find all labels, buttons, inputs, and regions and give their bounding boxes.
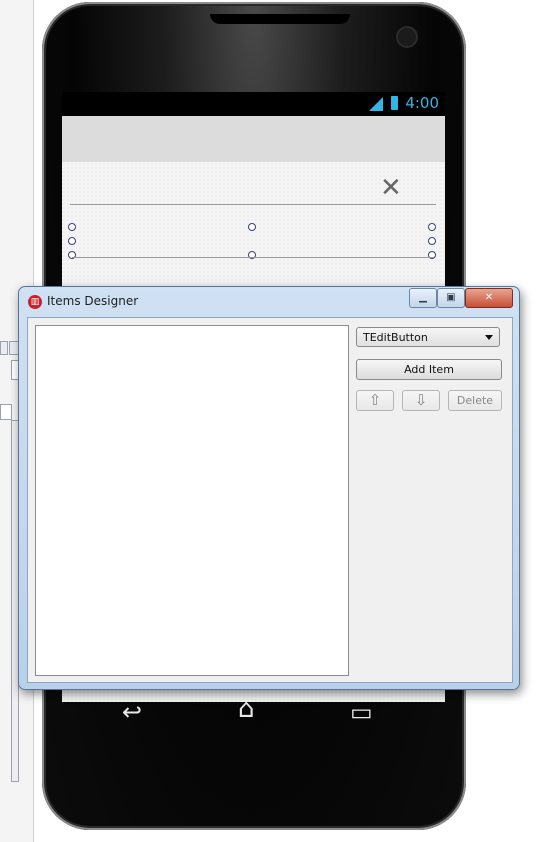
delete-button[interactable]: Delete bbox=[448, 390, 502, 411]
close-icon: ✕ bbox=[484, 292, 494, 303]
clear-icon[interactable]: ✕ bbox=[380, 175, 402, 201]
minimize-button[interactable]: ▁ bbox=[409, 288, 437, 308]
move-down-button[interactable]: ⇩ bbox=[402, 390, 440, 411]
close-button[interactable]: ✕ bbox=[465, 288, 513, 308]
add-item-button[interactable]: Add Item bbox=[356, 359, 502, 380]
maximize-button[interactable]: ▣ bbox=[437, 288, 465, 308]
signal-icon bbox=[369, 97, 383, 111]
arrow-up-icon: ⇧ bbox=[368, 391, 382, 409]
selection-handle[interactable] bbox=[428, 237, 436, 245]
back-icon[interactable]: ↩ bbox=[122, 698, 142, 726]
panel-dropdown-2[interactable] bbox=[0, 404, 12, 420]
items-designer-dialog: ▥ Items Designer ▁ ▣ ✕ TEditButton Add I… bbox=[18, 286, 520, 690]
dialog-title: Items Designer bbox=[47, 294, 139, 308]
arrow-down-icon: ⇩ bbox=[414, 391, 428, 409]
maximize-icon: ▣ bbox=[446, 292, 456, 303]
dialog-client-area: TEditButton Add Item ⇧ ⇩ Delete bbox=[27, 317, 513, 683]
front-camera bbox=[398, 28, 416, 46]
recents-icon[interactable]: ▭ bbox=[350, 698, 373, 726]
items-list[interactable] bbox=[35, 325, 349, 676]
earpiece bbox=[210, 14, 350, 24]
move-up-button[interactable]: ⇧ bbox=[356, 390, 394, 411]
item-type-value: TEditButton bbox=[363, 331, 428, 344]
navigation-bar: ↩ ⌂ ▭ bbox=[62, 690, 445, 740]
chevron-down-icon bbox=[485, 335, 493, 340]
selection-handle[interactable] bbox=[68, 223, 76, 231]
action-bar bbox=[62, 116, 445, 162]
status-time: 4:00 bbox=[405, 94, 439, 112]
status-bar: 4:00 bbox=[62, 92, 445, 116]
minimize-icon: ▁ bbox=[419, 292, 427, 303]
home-icon[interactable]: ⌂ bbox=[238, 694, 255, 724]
battery-icon bbox=[391, 96, 398, 110]
app-icon: ▥ bbox=[28, 295, 42, 309]
selection-handle[interactable] bbox=[428, 223, 436, 231]
selection-handle[interactable] bbox=[68, 237, 76, 245]
edit-underline bbox=[72, 257, 434, 258]
item-type-select[interactable]: TEditButton bbox=[356, 327, 500, 347]
edit-underline bbox=[70, 204, 436, 205]
panel-pin-button[interactable] bbox=[0, 341, 8, 355]
selection-handle[interactable] bbox=[248, 223, 256, 231]
